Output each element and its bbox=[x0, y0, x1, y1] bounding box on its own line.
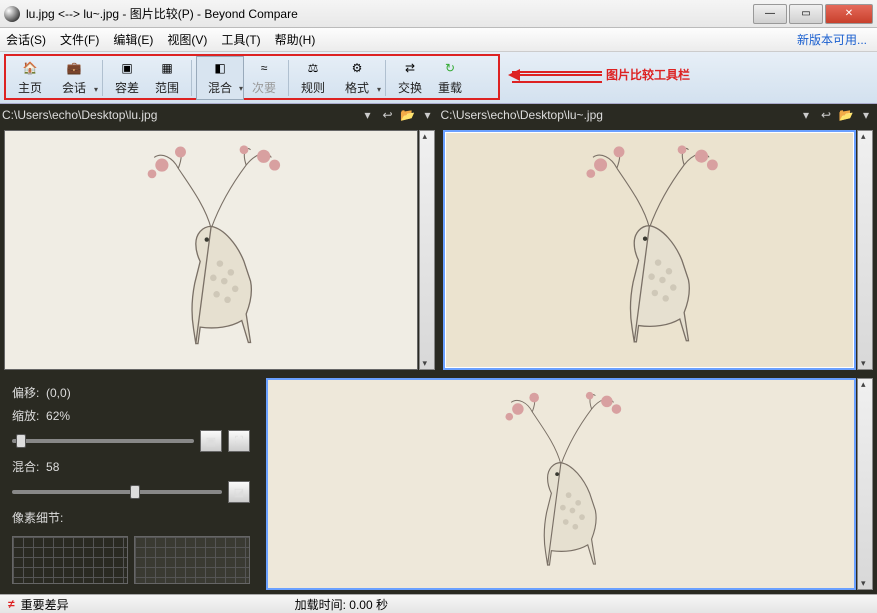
tool-format[interactable]: ⚙格式▾ bbox=[333, 56, 381, 100]
right-pane bbox=[439, 126, 877, 374]
chevron-down-icon[interactable]: ▾ bbox=[857, 106, 875, 124]
tool-tolerance[interactable]: ▣容差 bbox=[107, 56, 147, 100]
tool-blend[interactable]: ◧混合▾ bbox=[196, 56, 244, 100]
right-path-input[interactable] bbox=[441, 108, 796, 122]
right-image[interactable] bbox=[443, 130, 857, 370]
pixel-detail-label: 像素细节: bbox=[12, 509, 250, 526]
deer-illustration bbox=[350, 388, 772, 579]
swap-icon: ⇄ bbox=[401, 59, 419, 77]
scrollbar[interactable] bbox=[419, 130, 435, 370]
zoom-label: 缩放: bbox=[12, 409, 39, 423]
offset-label: 偏移: bbox=[12, 386, 39, 400]
chevron-down-icon: ▾ bbox=[239, 84, 243, 93]
blend-view bbox=[262, 374, 877, 594]
tolerance-icon: ▣ bbox=[118, 59, 136, 77]
history-icon[interactable]: ↩ bbox=[379, 106, 397, 124]
blend-value: 58 bbox=[46, 460, 59, 474]
reload-icon: ↻ bbox=[441, 59, 459, 77]
compare-area bbox=[0, 126, 877, 374]
blend-image[interactable] bbox=[266, 378, 856, 590]
home-icon: 🏠 bbox=[21, 59, 39, 77]
zoom-slider[interactable] bbox=[12, 439, 194, 443]
app-icon bbox=[4, 6, 20, 22]
deer-illustration bbox=[63, 141, 359, 360]
status-bar: ≠ 重要差异 加载时间: 0.00 秒 bbox=[0, 594, 877, 613]
fit-button[interactable]: ▣ bbox=[200, 430, 222, 452]
chevron-down-icon: ▾ bbox=[377, 85, 381, 94]
folder-open-icon[interactable]: 📂 bbox=[837, 106, 855, 124]
blend-icon: ◧ bbox=[211, 59, 229, 77]
format-icon: ⚙ bbox=[348, 59, 366, 77]
deer-illustration bbox=[502, 141, 797, 358]
toolbar: 🏠主页 💼会话▾ ▣容差 ▦范围 ◧混合▾ ≈次要 ⚖规则 ⚙格式▾ ⇄交换 ↻… bbox=[0, 52, 877, 104]
left-path-input[interactable] bbox=[2, 108, 357, 122]
folder-open-icon[interactable]: 📂 bbox=[399, 106, 417, 124]
titlebar: lu.jpg <--> lu~.jpg - 图片比较(P) - Beyond C… bbox=[0, 0, 877, 28]
tool-reload[interactable]: ↻重载 bbox=[430, 56, 470, 100]
new-version-link[interactable]: 新版本可用... bbox=[797, 31, 867, 48]
history-icon[interactable]: ↩ bbox=[817, 106, 835, 124]
status-load-time: 加载时间: 0.00 秒 bbox=[295, 596, 388, 613]
blend-mode-button[interactable]: ◪ bbox=[228, 481, 250, 503]
menubar: 会话(S) 文件(F) 编辑(E) 视图(V) 工具(T) 帮助(H) 新版本可… bbox=[0, 28, 877, 52]
window-title: lu.jpg <--> lu~.jpg - 图片比较(P) - Beyond C… bbox=[26, 5, 751, 22]
chevron-down-icon: ▾ bbox=[94, 85, 98, 94]
status-diff: 重要差异 bbox=[21, 596, 69, 613]
offset-value: (0,0) bbox=[46, 386, 71, 400]
range-icon: ▦ bbox=[158, 59, 176, 77]
menu-file[interactable]: 文件(F) bbox=[60, 31, 99, 48]
briefcase-icon: 💼 bbox=[65, 59, 83, 77]
menu-help[interactable]: 帮助(H) bbox=[275, 31, 316, 48]
minimize-button[interactable]: — bbox=[753, 4, 787, 24]
arrow-left-icon bbox=[512, 74, 602, 76]
left-pane bbox=[0, 126, 439, 374]
pixel-grid-left[interactable] bbox=[12, 536, 128, 584]
actual-size-button[interactable]: ⛶ bbox=[228, 430, 250, 452]
menu-session[interactable]: 会话(S) bbox=[6, 31, 46, 48]
dropdown-icon[interactable]: ▾ bbox=[797, 106, 815, 124]
zoom-value: 62% bbox=[46, 409, 70, 423]
path-bar: ▾ ↩ 📂 ▾ ▾ ↩ 📂 ▾ bbox=[0, 104, 877, 126]
tool-range[interactable]: ▦范围 bbox=[147, 56, 187, 100]
tool-home[interactable]: 🏠主页 bbox=[10, 56, 50, 100]
left-image[interactable] bbox=[4, 130, 418, 370]
annotation-callout: 图片比较工具栏 bbox=[512, 66, 690, 83]
tool-session[interactable]: 💼会话▾ bbox=[50, 56, 98, 100]
maximize-button[interactable]: ▭ bbox=[789, 4, 823, 24]
tool-swap[interactable]: ⇄交换 bbox=[390, 56, 430, 100]
scrollbar[interactable] bbox=[857, 130, 873, 370]
secondary-icon: ≈ bbox=[255, 59, 273, 77]
blend-slider[interactable] bbox=[12, 490, 222, 494]
blend-label: 混合: bbox=[12, 460, 39, 474]
rules-icon: ⚖ bbox=[304, 59, 322, 77]
dropdown-icon[interactable]: ▾ bbox=[359, 106, 377, 124]
scrollbar[interactable] bbox=[857, 378, 873, 590]
close-button[interactable]: ✕ bbox=[825, 4, 873, 24]
tool-secondary[interactable]: ≈次要 bbox=[244, 56, 284, 100]
menu-edit[interactable]: 编辑(E) bbox=[113, 31, 153, 48]
menu-tools[interactable]: 工具(T) bbox=[221, 31, 260, 48]
tool-rules[interactable]: ⚖规则 bbox=[293, 56, 333, 100]
lower-panel: 偏移: (0,0) 缩放: 62% ▣ ⛶ 混合: 58 ◪ 像素细节: bbox=[0, 374, 877, 594]
not-equal-icon: ≠ bbox=[8, 597, 15, 611]
pixel-grid-right[interactable] bbox=[134, 536, 250, 584]
chevron-down-icon[interactable]: ▾ bbox=[419, 106, 437, 124]
controls-panel: 偏移: (0,0) 缩放: 62% ▣ ⛶ 混合: 58 ◪ 像素细节: bbox=[0, 374, 262, 594]
menu-view[interactable]: 视图(V) bbox=[167, 31, 207, 48]
